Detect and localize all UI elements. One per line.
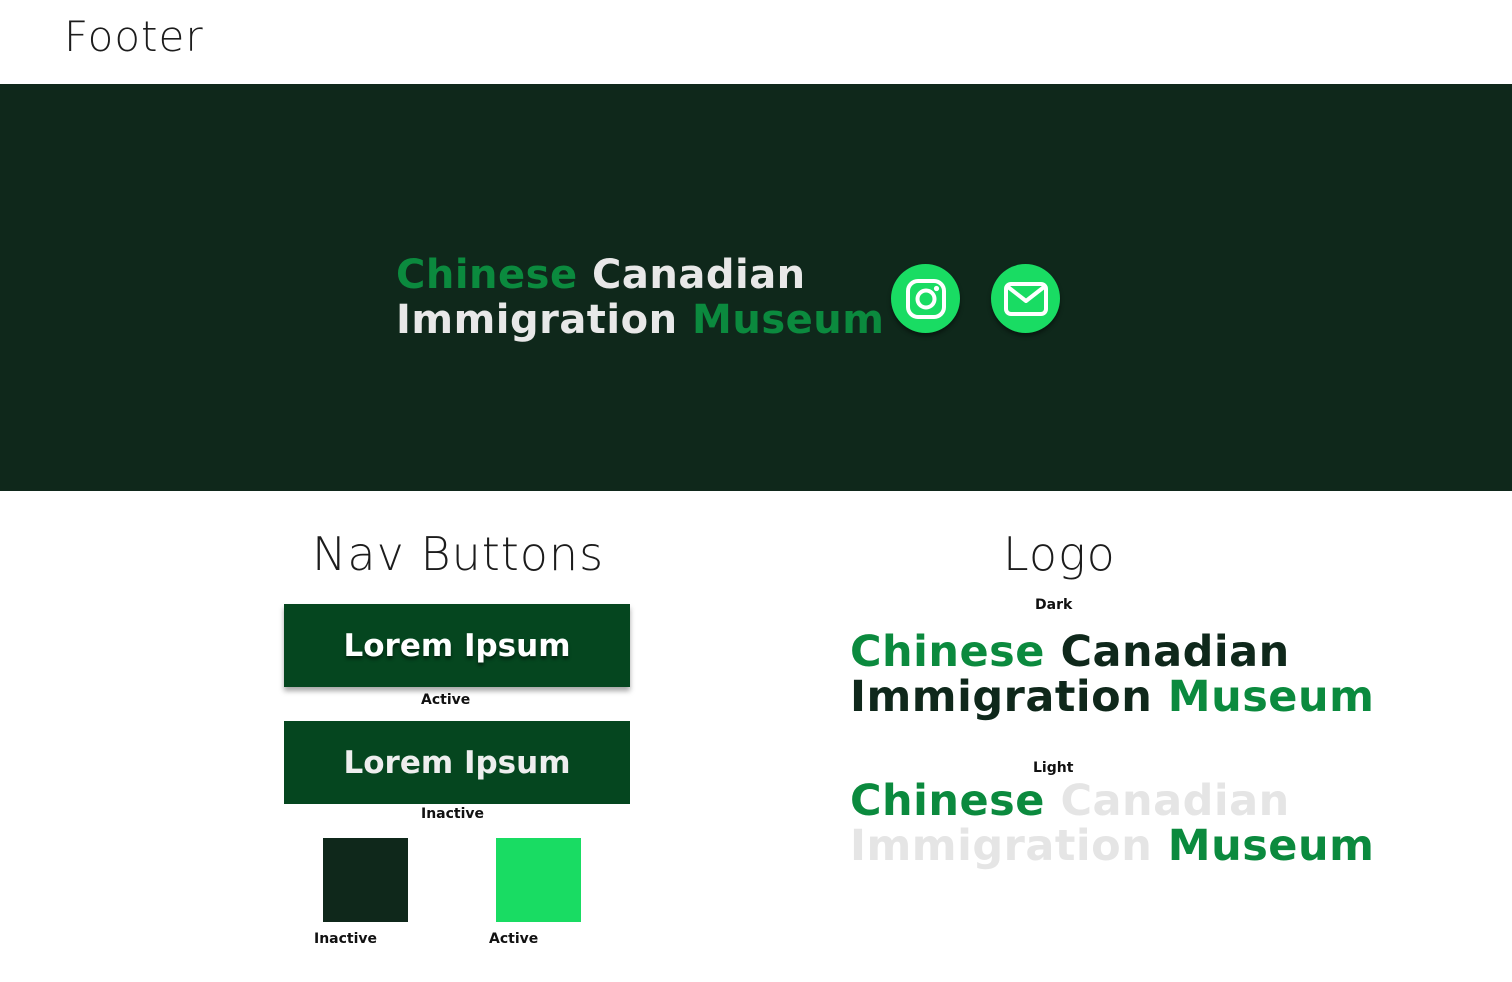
nav-button-inactive[interactable]: Lorem Ipsum (284, 721, 630, 804)
logo-section-title: Logo (1003, 527, 1116, 581)
logo-dark-caption: Dark (1035, 597, 1073, 613)
logo-word-canadian: Canadian (1060, 776, 1290, 826)
logo-word-museum: Museum (1167, 821, 1375, 871)
logo-word-canadian: Canadian (592, 252, 806, 298)
logo-word-chinese: Chinese (850, 627, 1045, 677)
logo-word-museum: Museum (1167, 672, 1375, 722)
color-swatch-inactive (323, 838, 408, 922)
light-logo-line-2: Immigration Museum (850, 824, 1374, 869)
swatch-active-caption: Active (489, 931, 539, 947)
logo-word-immigration: Immigration (850, 672, 1153, 722)
swatch-inactive-caption: Inactive (314, 931, 378, 947)
logo-light-variant: Chinese Canadian Immigration Museum (850, 779, 1374, 869)
footer-logo-line-1: Chinese Canadian (396, 253, 884, 298)
nav-buttons-section-title: Nav Buttons (312, 527, 605, 581)
footer-section-title: Footer (64, 12, 204, 61)
logo-word-chinese: Chinese (396, 252, 578, 298)
logo-light-caption: Light (1033, 760, 1074, 776)
logo-word-immigration: Immigration (396, 297, 678, 343)
logo-word-chinese: Chinese (850, 776, 1045, 826)
logo-word-canadian: Canadian (1060, 627, 1290, 677)
instagram-button[interactable] (891, 264, 960, 333)
dark-logo-line-2: Immigration Museum (850, 675, 1374, 720)
footer-logo-line-2: Immigration Museum (396, 298, 884, 343)
mail-icon (1003, 281, 1048, 316)
logo-dark-variant: Chinese Canadian Immigration Museum (850, 630, 1374, 720)
footer-logo[interactable]: Chinese Canadian Immigration Museum (396, 253, 884, 343)
instagram-icon (905, 278, 946, 319)
nav-button-active[interactable]: Lorem Ipsum (284, 604, 630, 687)
color-swatch-active (496, 838, 581, 922)
logo-word-museum: Museum (692, 297, 885, 343)
logo-word-immigration: Immigration (850, 821, 1153, 871)
light-logo-line-1: Chinese Canadian (850, 779, 1374, 824)
nav-button-active-caption: Active (421, 692, 471, 708)
email-button[interactable] (991, 264, 1060, 333)
nav-button-inactive-caption: Inactive (421, 806, 485, 822)
dark-logo-line-1: Chinese Canadian (850, 630, 1374, 675)
